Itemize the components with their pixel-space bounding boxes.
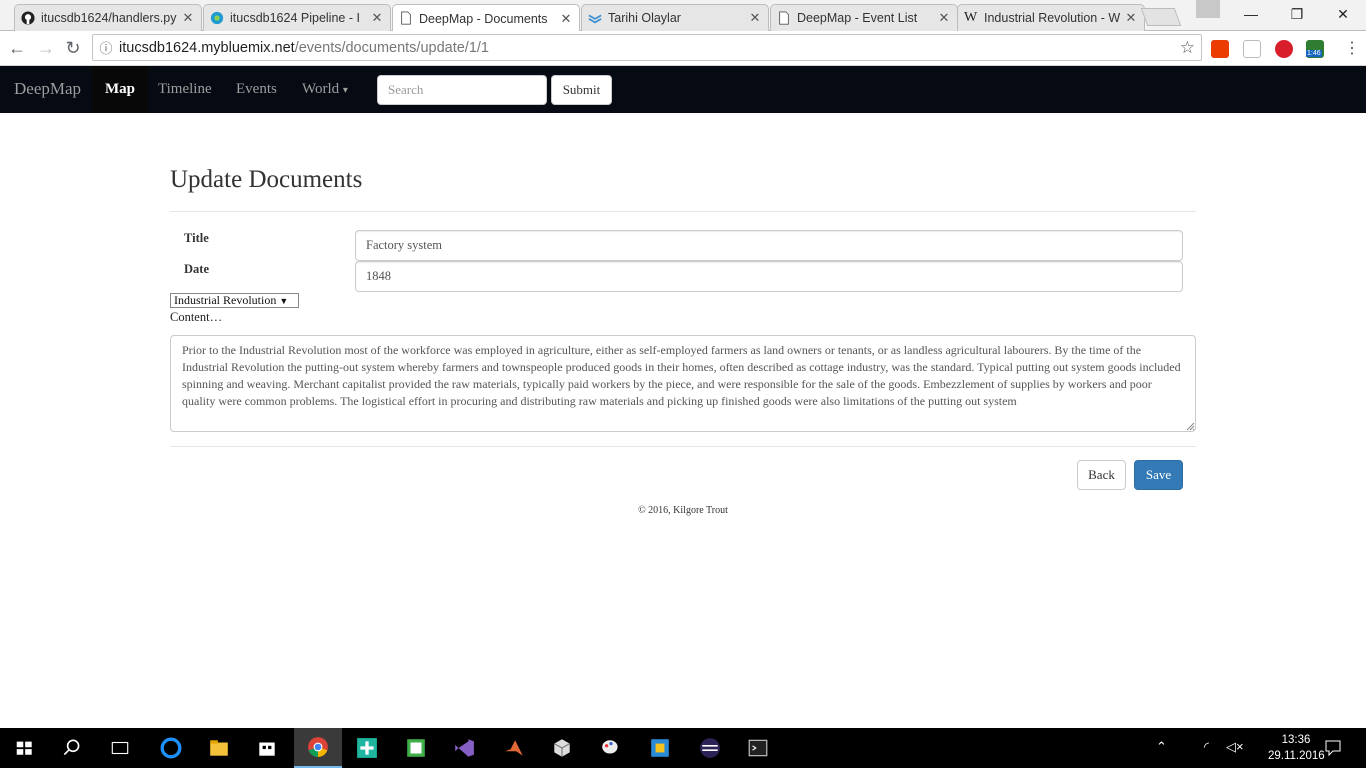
github-icon — [21, 11, 35, 25]
app-navbar: DeepMap Map Timeline Events World ▾ — [0, 66, 1366, 113]
file-explorer-icon[interactable] — [195, 728, 243, 768]
nav-timeline[interactable]: Timeline — [144, 66, 226, 113]
chevron-down-icon: ▾ — [342, 85, 348, 96]
submit-button[interactable]: Submit — [551, 75, 612, 105]
era-select-value: Industrial Revolution — [174, 293, 277, 307]
tab-title: DeepMap - Event List — [797, 11, 918, 25]
search-icon[interactable] — [48, 728, 96, 768]
bookmark-star-icon[interactable]: ☆ — [1180, 38, 1195, 58]
profile-icon[interactable] — [1196, 0, 1220, 18]
nav-world-dropdown[interactable]: World ▾ — [288, 66, 362, 113]
divider — [170, 211, 1196, 212]
dropdown-arrow-icon: ▼ — [279, 296, 289, 306]
close-window-button[interactable]: ✕ — [1320, 0, 1366, 28]
tab-tarihi-olaylar[interactable]: Tarihi Olaylar ✕ — [581, 4, 769, 31]
new-tab-button[interactable] — [1140, 8, 1182, 26]
clock-time: 13:36 — [1281, 734, 1311, 746]
tab-event-list[interactable]: DeepMap - Event List ✕ — [770, 4, 958, 31]
tab-title: DeepMap - Documents — [419, 11, 548, 26]
navbar-brand[interactable]: DeepMap — [14, 79, 81, 99]
close-tab-icon[interactable]: ✕ — [937, 10, 951, 26]
clock-date: 29.11.2016 — [1268, 750, 1325, 762]
chrome-menu-icon[interactable]: ⋮ — [1344, 38, 1360, 58]
browser-toolbar: ← → ↻ ⓘ itucsdb1624.mybluemix.net/events… — [0, 31, 1366, 66]
page-icon — [779, 11, 789, 25]
tab-title: itucsdb1624 Pipeline - I — [230, 11, 360, 25]
paint-icon[interactable] — [587, 728, 635, 768]
drive-extension-icon[interactable]: 1:46 — [1306, 40, 1324, 58]
edge-icon[interactable] — [147, 728, 195, 768]
content-label: Content… — [170, 310, 223, 324]
nav-world-label: World — [302, 81, 340, 97]
matlab-icon[interactable] — [490, 728, 538, 768]
wikipedia-icon: W — [964, 10, 978, 25]
windows-taskbar: ⌃ ◜ ◁× 13:36 29.11.2016 — [0, 728, 1366, 768]
divider — [170, 446, 1196, 447]
tab-title: Tarihi Olaylar — [608, 11, 681, 25]
close-tab-icon[interactable]: ✕ — [748, 10, 762, 26]
dropbox-icon[interactable] — [1243, 40, 1261, 58]
visual-studio-icon[interactable] — [440, 728, 488, 768]
address-bar[interactable]: ⓘ itucsdb1624.mybluemix.net/events/docum… — [92, 34, 1202, 61]
close-tab-icon[interactable]: ✕ — [181, 10, 195, 26]
browser-tab-strip: itucsdb1624/handlers.py ✕ itucsdb1624 Pi… — [0, 0, 1366, 32]
search-input[interactable]: Search — [377, 75, 547, 105]
close-tab-icon[interactable]: ✕ — [370, 10, 384, 26]
cube-app-icon[interactable] — [538, 728, 586, 768]
restore-button[interactable]: ❐ — [1274, 0, 1320, 28]
title-label: Title — [184, 231, 209, 245]
resize-grip-icon[interactable] — [1186, 422, 1195, 431]
reload-icon[interactable]: ↻ — [62, 37, 84, 59]
close-tab-icon[interactable]: ✕ — [559, 11, 573, 27]
title-field[interactable]: Factory system — [355, 230, 1183, 261]
nav-events[interactable]: Events — [222, 66, 291, 113]
url-text: itucsdb1624.mybluemix.net/events/documen… — [119, 39, 489, 56]
office-icon[interactable] — [1211, 40, 1229, 58]
tray-expand-icon[interactable]: ⌃ — [1156, 739, 1167, 755]
info-icon[interactable]: ⓘ — [93, 38, 119, 57]
back-arrow-icon[interactable]: ← — [6, 37, 28, 59]
footer-copyright: © 2016, Kilgore Trout — [638, 505, 728, 516]
store-icon[interactable] — [243, 728, 291, 768]
date-label: Date — [184, 262, 209, 276]
minimize-button[interactable]: — — [1228, 0, 1274, 28]
back-button[interactable]: Back — [1077, 460, 1126, 490]
bluemix-icon — [588, 14, 602, 24]
content-textarea[interactable]: Prior to the Industrial Revolution most … — [170, 335, 1196, 432]
date-field[interactable]: 1848 — [355, 261, 1183, 292]
tab-title: Industrial Revolution - W — [984, 11, 1121, 25]
taskbar-clock[interactable]: 13:36 29.11.2016 — [1268, 732, 1325, 764]
close-tab-icon[interactable]: ✕ — [1124, 10, 1138, 26]
page-title: Update Documents — [170, 166, 363, 193]
tab-title: itucsdb1624/handlers.py — [41, 11, 177, 25]
chrome-icon[interactable] — [294, 728, 342, 768]
box-app-icon[interactable] — [636, 728, 684, 768]
photo-app-icon[interactable] — [392, 728, 440, 768]
tab-deepmap-documents[interactable]: DeepMap - Documents ✕ — [392, 4, 580, 32]
plus-app-icon[interactable] — [343, 728, 391, 768]
save-button[interactable]: Save — [1134, 460, 1183, 490]
tab-industrial-revolution[interactable]: W Industrial Revolution - W ✕ — [957, 4, 1145, 31]
task-view-icon[interactable] — [96, 728, 144, 768]
volume-muted-icon[interactable]: ◁× — [1226, 739, 1244, 755]
t-extension-icon[interactable] — [1275, 40, 1293, 58]
eclipse-icon[interactable] — [686, 728, 734, 768]
terminal-icon[interactable] — [734, 728, 782, 768]
pipeline-icon — [210, 11, 224, 25]
windows-start-icon[interactable] — [0, 728, 48, 768]
extension-badge: 1:46 — [1306, 50, 1322, 57]
wifi-icon[interactable]: ◜ — [1204, 739, 1209, 755]
nav-map[interactable]: Map — [91, 66, 149, 113]
forward-arrow-icon[interactable]: → — [35, 37, 57, 59]
tab-handlers[interactable]: itucsdb1624/handlers.py ✕ — [14, 4, 202, 31]
notifications-icon[interactable] — [1324, 739, 1342, 757]
page-icon — [401, 11, 411, 25]
era-select[interactable]: Industrial Revolution ▼ — [170, 293, 299, 308]
tab-pipeline[interactable]: itucsdb1624 Pipeline - I ✕ — [203, 4, 391, 31]
